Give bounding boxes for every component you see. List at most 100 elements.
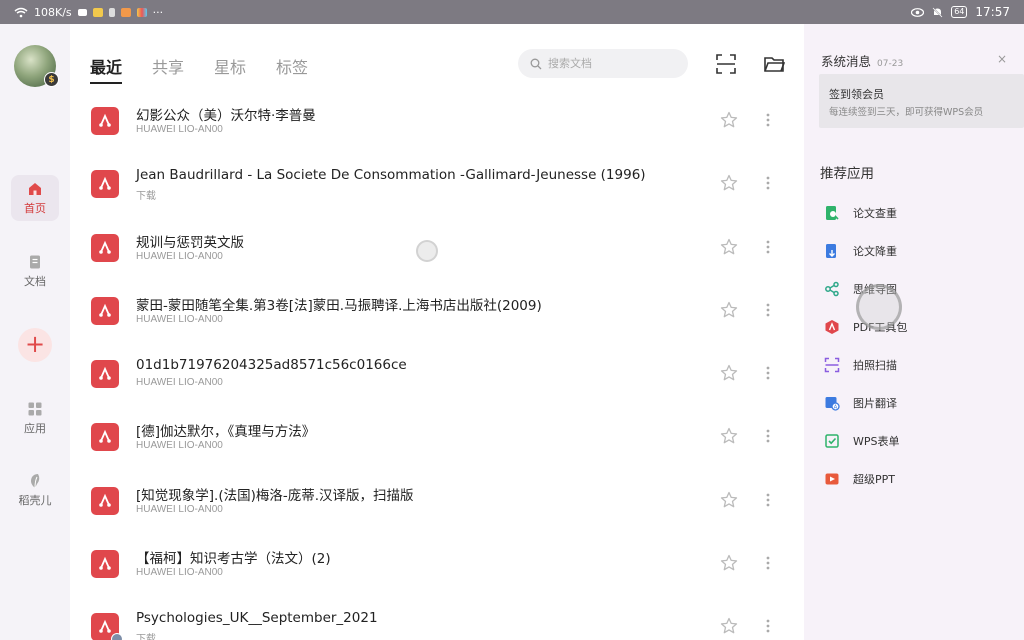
main-content: 最近 共享 星标 标签 幻影公众（美）沃尔特·李普曼 HUAWEI LIO-AN…	[70, 24, 804, 640]
pdf-file-icon	[91, 423, 119, 452]
nav-item-home[interactable]: 首页	[11, 175, 59, 221]
wps-form-icon	[825, 434, 839, 448]
cloud-status-icon	[111, 633, 123, 640]
more-options-icon[interactable]	[760, 617, 776, 635]
file-name: 01d1b71976204325ad8571c56c0166ce	[136, 357, 407, 374]
left-nav: $ 首页 文档 + 应用 稻壳儿	[0, 24, 70, 640]
svg-text:A: A	[834, 405, 838, 411]
nav-label: 首页	[24, 201, 46, 215]
nav-label: 稻壳儿	[18, 493, 52, 507]
create-new-button[interactable]: +	[18, 328, 52, 362]
folder-icon[interactable]	[763, 53, 785, 75]
file-name: 【福柯】知识考古学（法文）(2)	[136, 551, 331, 568]
star-icon[interactable]	[720, 238, 738, 256]
more-options-icon[interactable]	[760, 111, 776, 129]
mindmap-icon	[825, 281, 839, 297]
more-notifications-icon: ···	[152, 5, 164, 19]
file-source: HUAWEI LIO-AN00	[136, 313, 223, 325]
tab-bar: 最近 共享 星标 标签	[90, 54, 308, 84]
file-row[interactable]: Psychologies_UK__September_2021 下载	[70, 593, 804, 640]
message-card-title: 签到领会员	[829, 88, 884, 101]
wifi-icon	[14, 7, 28, 17]
paper-check-icon	[826, 206, 839, 220]
file-source: HUAWEI LIO-AN00	[136, 503, 223, 515]
more-options-icon[interactable]	[760, 364, 776, 382]
pdf-file-icon	[91, 170, 119, 199]
star-icon[interactable]	[720, 111, 738, 129]
file-row[interactable]: [德]伽达默尔，《真理与方法》 HUAWEI LIO-AN00	[70, 403, 804, 466]
app-item-paper-rewrite[interactable]: 论文降重	[824, 232, 907, 270]
pdf-file-icon	[91, 233, 119, 262]
notification-app-icon	[120, 7, 131, 17]
photo-scan-icon	[824, 357, 840, 373]
system-message-date: 07-23	[877, 59, 904, 69]
app-item-paper-check[interactable]: 论文查重	[824, 194, 907, 232]
app-item-wps-form[interactable]: WPS表单	[824, 422, 907, 460]
close-icon[interactable]: ×	[997, 52, 1007, 66]
pdf-file-icon	[91, 550, 119, 579]
nav-item-apps[interactable]: 应用	[11, 395, 59, 441]
file-row[interactable]: 蒙田-蒙田随笔全集.第3卷[法]蒙田.马振聘译.上海书店出版社(2009) HU…	[70, 277, 804, 340]
app-label: 超级PPT	[853, 473, 895, 486]
star-icon[interactable]	[720, 427, 738, 445]
more-options-icon[interactable]	[760, 301, 776, 319]
pdf-toolkit-icon	[825, 320, 839, 334]
star-icon[interactable]	[720, 301, 738, 319]
tab-starred[interactable]: 星标	[214, 54, 246, 82]
tab-shared[interactable]: 共享	[152, 54, 184, 82]
file-row[interactable]: 幻影公众（美）沃尔特·李普曼 HUAWEI LIO-AN00	[70, 87, 804, 150]
home-icon	[29, 182, 41, 195]
clock: 17:57	[975, 5, 1010, 19]
app-label: 论文降重	[853, 245, 897, 258]
system-message-card[interactable]: 签到领会员 每连续签到三天，即可获得WPS会员	[819, 74, 1024, 128]
scan-icon[interactable]	[715, 53, 737, 75]
app-item-photo-scan[interactable]: 拍照扫描	[824, 346, 907, 384]
more-options-icon[interactable]	[760, 554, 776, 572]
more-options-icon[interactable]	[760, 238, 776, 256]
battery-indicator: 64	[951, 6, 968, 18]
file-name: Jean Baudrillard - La Societe De Consomm…	[136, 167, 646, 184]
paper-rewrite-icon	[826, 244, 836, 258]
app-item-image-translate[interactable]: A 图片翻译	[824, 384, 907, 422]
eye-icon	[911, 7, 925, 17]
file-row[interactable]: [知觉现象学].(法国)梅洛-庞蒂.汉译版，扫描版 HUAWEI LIO-AN0…	[70, 467, 804, 530]
message-card-body: 每连续签到三天，即可获得WPS会员	[829, 107, 984, 118]
more-options-icon[interactable]	[760, 427, 776, 445]
touch-indicator	[856, 284, 902, 330]
pdf-file-icon	[91, 107, 119, 135]
search-input[interactable]	[548, 57, 678, 70]
file-name: 幻影公众（美）沃尔特·李普曼	[136, 108, 316, 124]
tab-tags[interactable]: 标签	[276, 54, 308, 82]
file-row[interactable]: 【福柯】知识考古学（法文）(2) HUAWEI LIO-AN00	[70, 530, 804, 593]
search-icon	[530, 58, 542, 69]
star-icon[interactable]	[720, 554, 738, 572]
system-message-header: 系统消息 07-23	[821, 51, 903, 70]
apps-grid-icon	[28, 402, 42, 415]
file-row[interactable]: 01d1b71976204325ad8571c56c0166ce HUAWEI …	[70, 340, 804, 403]
app-label: 拍照扫描	[853, 359, 897, 372]
notification-app-icon	[92, 7, 103, 17]
network-speed: 108K/s	[34, 5, 72, 19]
app-item-super-ppt[interactable]: 超级PPT	[824, 460, 907, 498]
more-options-icon[interactable]	[760, 491, 776, 509]
tab-recent[interactable]: 最近	[90, 54, 123, 84]
file-source: 下载	[136, 634, 156, 640]
file-row[interactable]: Jean Baudrillard - La Societe De Consomm…	[70, 150, 804, 213]
star-icon[interactable]	[720, 364, 738, 382]
recommended-apps-list: 论文查重 论文降重 思维导图 PDF工具包 拍照扫描 A 图片翻译 WPS表单	[824, 194, 907, 498]
system-message-title: 系统消息	[821, 54, 872, 69]
file-row[interactable]: 规训与惩罚英文版 HUAWEI LIO-AN00	[70, 214, 804, 277]
nav-item-documents[interactable]: 文档	[11, 248, 59, 294]
star-icon[interactable]	[720, 617, 738, 635]
star-icon[interactable]	[720, 491, 738, 509]
file-source: HUAWEI LIO-AN00	[136, 124, 223, 135]
nav-item-docer[interactable]: 稻壳儿	[11, 467, 59, 513]
member-badge: $	[44, 72, 59, 87]
nav-label: 应用	[24, 421, 46, 435]
more-options-icon[interactable]	[760, 174, 776, 192]
leaf-icon	[31, 473, 40, 488]
file-source: HUAWEI LIO-AN00	[136, 250, 223, 262]
star-icon[interactable]	[720, 174, 738, 192]
search-box[interactable]	[518, 49, 688, 78]
nav-label: 文档	[24, 274, 46, 288]
